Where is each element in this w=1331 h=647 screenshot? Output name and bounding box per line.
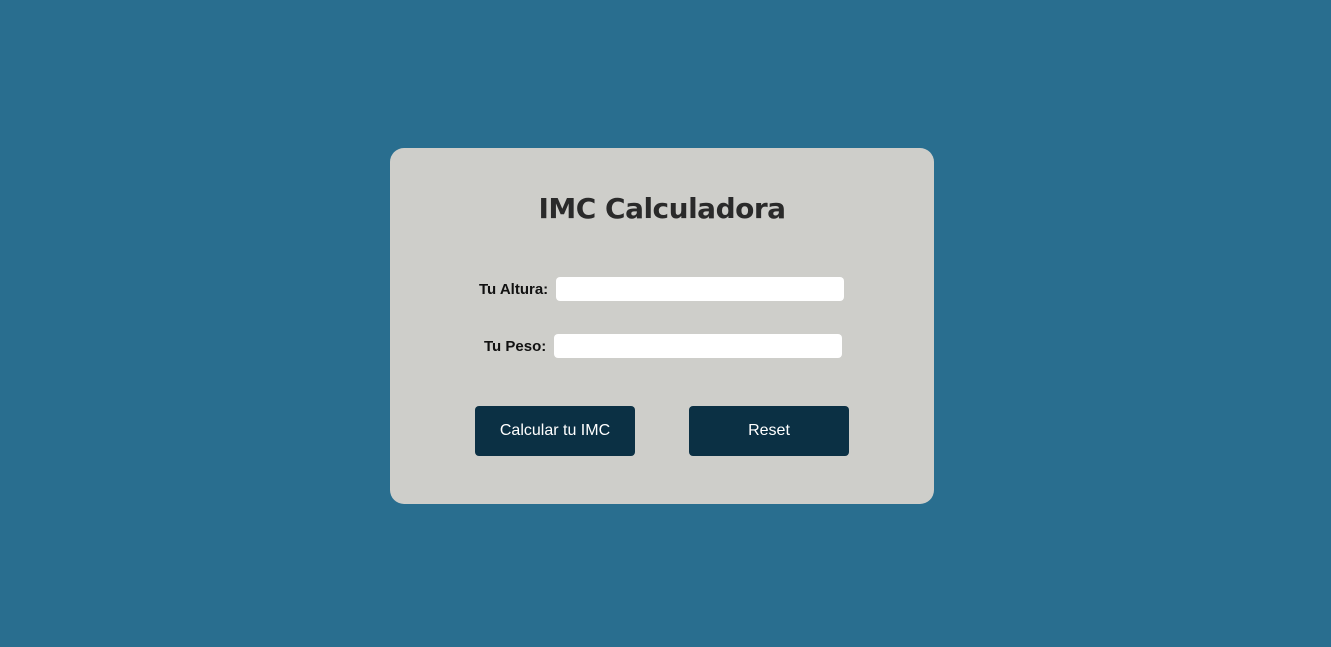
page-title: IMC Calculadora <box>538 192 786 225</box>
reset-button[interactable]: Reset <box>689 406 849 456</box>
altura-row: Tu Altura: <box>479 277 845 301</box>
peso-label: Tu Peso: <box>484 337 547 355</box>
imc-calculator-card: IMC Calculadora Tu Altura: Tu Peso: Calc… <box>390 148 934 504</box>
calculate-imc-button[interactable]: Calcular tu IMC <box>475 406 635 456</box>
altura-input[interactable] <box>556 277 845 301</box>
peso-input[interactable] <box>554 334 843 358</box>
peso-row: Tu Peso: <box>484 334 843 358</box>
page: { "card": { "title": "IMC Calculadora", … <box>0 0 1331 647</box>
altura-label: Tu Altura: <box>479 280 549 298</box>
